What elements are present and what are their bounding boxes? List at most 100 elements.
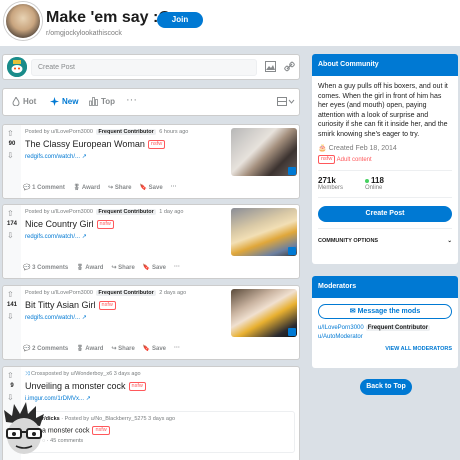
post-author[interactable]: Crossposted by u/Wonderboy_x6 — [31, 371, 112, 377]
more-options-icon[interactable]: ··· — [126, 94, 137, 106]
post-link-text[interactable]: redgifs.com/watch/... — [25, 154, 80, 160]
post-link[interactable]: i.imgur.com/1rDMVx... ↗ — [25, 395, 91, 402]
post-title-text[interactable]: Nice Country Girl — [25, 219, 94, 229]
post-title[interactable]: The Classy European Woman nsfw — [25, 139, 166, 150]
downvote-icon[interactable]: ⇩ — [7, 231, 14, 240]
save-button[interactable]: 🔖 Save — [140, 184, 163, 191]
crosspost-comments[interactable]: ◌ · 45 comments — [42, 438, 83, 444]
user-avatar[interactable] — [7, 57, 27, 77]
link-icon[interactable] — [284, 61, 295, 72]
share-label[interactable]: Share — [115, 185, 132, 191]
post-thumbnail[interactable] — [231, 289, 297, 337]
share-label[interactable]: Share — [118, 346, 135, 352]
post-title-text[interactable]: Unveiling a monster cock — [25, 381, 126, 391]
post-title[interactable]: Unveiling a monster cock nsfw — [25, 381, 146, 392]
share-label[interactable]: Share — [118, 265, 135, 271]
crosspost-title-text[interactable]: a monster cock — [42, 427, 89, 434]
community-options-toggle[interactable]: COMMUNITY OPTIONS ⌄ — [318, 238, 452, 244]
view-all-moderators-link[interactable]: VIEW ALL MODERATORS — [312, 340, 458, 352]
moderator-item[interactable]: u/AutoModerator — [312, 331, 458, 340]
sort-hot[interactable]: Hot — [12, 97, 36, 106]
community-options-label[interactable]: COMMUNITY OPTIONS — [318, 238, 378, 244]
upvote-icon[interactable]: ⇧ — [7, 290, 14, 299]
post-author[interactable]: Posted by u/ILovePorn3000 — [25, 129, 93, 135]
save-label[interactable]: Save — [149, 185, 163, 191]
view-mode-dropdown[interactable] — [277, 97, 295, 108]
create-post-button[interactable]: Create Post — [318, 206, 452, 222]
award-button[interactable]: 🎖 Award — [76, 345, 103, 352]
post-time[interactable]: 2 days ago — [159, 290, 186, 296]
save-button[interactable]: 🔖 Save — [143, 264, 166, 271]
award-label[interactable]: Award — [82, 185, 100, 191]
post-thumbnail[interactable] — [231, 128, 297, 176]
downvote-icon[interactable]: ⇩ — [7, 312, 14, 321]
online-label: Online — [365, 185, 383, 191]
more-options-icon[interactable]: ··· — [174, 264, 180, 271]
post-card[interactable]: ⇧ 174 ⇩ Posted by u/ILovePorn3000 Freque… — [2, 204, 300, 279]
crosspost-title[interactable]: a monster cock nsfw — [42, 426, 110, 435]
message-mods-label[interactable]: Message the mods — [358, 308, 421, 315]
post-actions: 💬 2 Comments 🎖 Award ↪ Share 🔖 Save ··· — [23, 345, 180, 352]
moderator-item[interactable]: u/ILovePorn3000 Frequent Contributor — [312, 319, 458, 331]
crosspost-author[interactable]: Posted by u/No_Blackberry_5275 — [65, 416, 147, 422]
sort-new[interactable]: New — [50, 97, 78, 106]
post-link[interactable]: redgifs.com/watch/... ↗ — [25, 153, 87, 160]
nsfw-badge: nsfw — [128, 382, 146, 392]
post-link[interactable]: redgifs.com/watch/... ↗ — [25, 233, 87, 240]
about-community-widget: About Community When a guy pulls off his… — [312, 54, 458, 264]
moderator-name[interactable]: u/ILovePorn3000 — [318, 325, 364, 331]
sort-top[interactable]: Top — [89, 97, 115, 106]
share-button[interactable]: ↪ Share — [111, 264, 134, 271]
post-title-text[interactable]: The Classy European Woman — [25, 139, 145, 149]
message-mods-button[interactable]: ✉ Message the mods — [318, 304, 452, 319]
post-title[interactable]: Bit Titty Asian Girl nsfw — [25, 300, 116, 311]
post-card[interactable]: ⇧ 141 ⇩ Posted by u/ILovePorn3000 Freque… — [2, 285, 300, 360]
upvote-icon[interactable]: ⇧ — [7, 129, 14, 138]
create-post-input[interactable]: Create Post — [31, 59, 257, 76]
mail-icon: ✉ — [349, 308, 356, 315]
more-options-icon[interactable]: ··· — [171, 184, 177, 191]
crosspost-comments-count[interactable]: 45 comments — [50, 438, 83, 444]
more-options-icon[interactable]: ··· — [174, 345, 180, 352]
upvote-icon[interactable]: ⇧ — [7, 209, 14, 218]
post-time[interactable]: 6 hours ago — [159, 129, 188, 135]
post-link-text[interactable]: redgifs.com/watch/... — [25, 234, 80, 240]
award-label[interactable]: Award — [85, 346, 103, 352]
join-button[interactable]: Join — [157, 12, 203, 28]
post-title-text[interactable]: Bit Titty Asian Girl — [25, 300, 96, 310]
comments-button[interactable]: 💬 1 Comment — [23, 184, 65, 191]
crosspost-embed[interactable]: r/dicks · Posted by u/No_Blackberry_5275… — [25, 411, 295, 453]
subreddit-avatar[interactable] — [4, 2, 42, 40]
comments-button[interactable]: 💬 3 Comments — [23, 264, 68, 271]
save-label[interactable]: Save — [152, 265, 166, 271]
post-time[interactable]: 3 days ago — [114, 371, 141, 377]
downvote-icon[interactable]: ⇩ — [7, 151, 14, 160]
post-link[interactable]: redgifs.com/watch/... ↗ — [25, 314, 87, 321]
post-link-text[interactable]: redgifs.com/watch/... — [25, 315, 80, 321]
back-to-top-button[interactable]: Back to Top — [360, 379, 412, 395]
save-label[interactable]: Save — [152, 346, 166, 352]
share-button[interactable]: ↪ Share — [111, 345, 134, 352]
downvote-icon[interactable]: ⇩ — [7, 393, 14, 402]
comments-count[interactable]: 3 Comments — [32, 265, 68, 271]
comments-count[interactable]: 2 Comments — [32, 346, 68, 352]
post-thumbnail[interactable] — [231, 208, 297, 256]
moderator-name[interactable]: u/AutoModerator — [318, 334, 363, 340]
upvote-icon[interactable]: ⇧ — [7, 371, 14, 380]
post-author[interactable]: Posted by u/ILovePorn3000 — [25, 209, 93, 215]
adult-content: nsfw Adult content — [312, 152, 458, 164]
comments-count[interactable]: 1 Comment — [32, 185, 65, 191]
post-time[interactable]: 1 day ago — [159, 209, 183, 215]
comments-button[interactable]: 💬 2 Comments — [23, 345, 68, 352]
award-label[interactable]: Award — [85, 265, 103, 271]
award-button[interactable]: 🎖 Award — [76, 264, 103, 271]
image-icon[interactable] — [265, 61, 276, 72]
post-author[interactable]: Posted by u/ILovePorn3000 — [25, 290, 93, 296]
user-flair: Frequent Contributor — [96, 129, 156, 135]
crosspost-time[interactable]: 3 days ago — [148, 416, 175, 422]
share-button[interactable]: ↪ Share — [108, 184, 131, 191]
post-card[interactable]: ⇧ 90 ⇩ Posted by u/ILovePorn3000 Frequen… — [2, 124, 300, 199]
post-title[interactable]: Nice Country Girl nsfw — [25, 219, 114, 230]
save-button[interactable]: 🔖 Save — [143, 345, 166, 352]
award-button[interactable]: 🎖 Award — [73, 184, 100, 191]
